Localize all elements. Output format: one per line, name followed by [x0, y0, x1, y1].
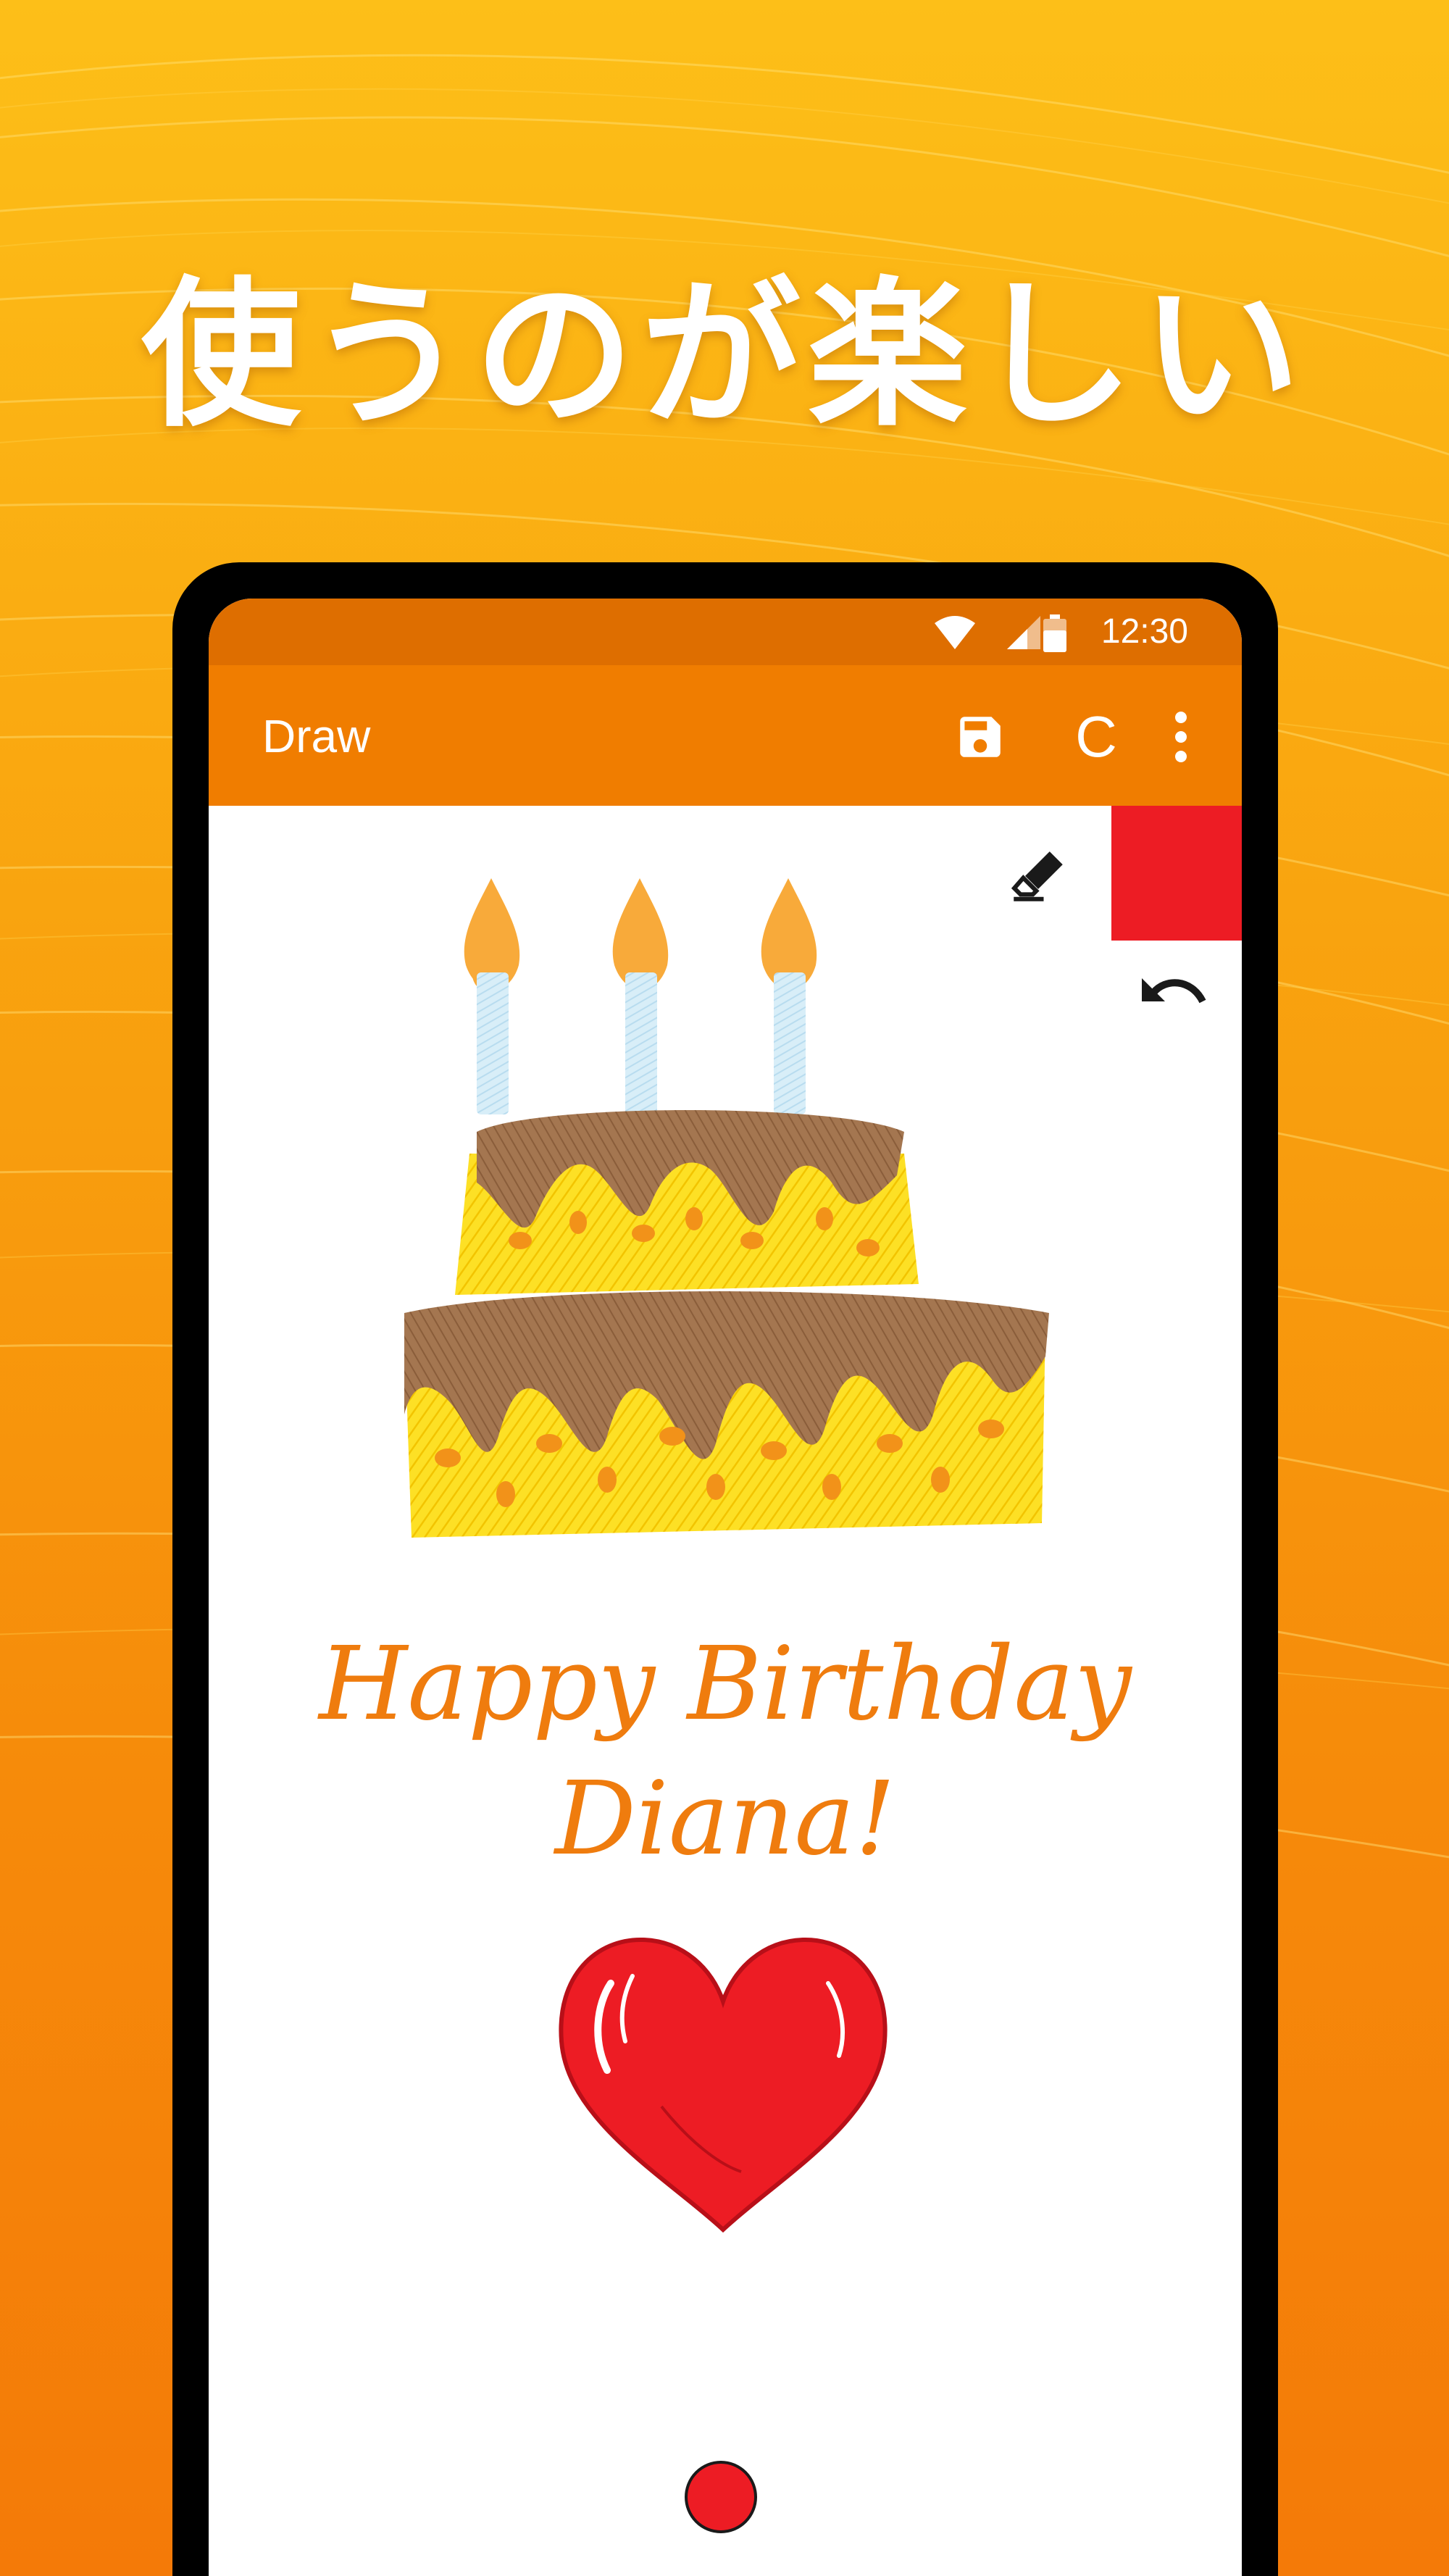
clear-label: C [1075, 704, 1117, 769]
greeting-line-1: Happy Birthday [319, 1625, 1132, 1743]
color-picker-swatch[interactable] [1111, 806, 1242, 941]
battery-icon [1043, 614, 1066, 652]
wifi-icon [935, 616, 975, 649]
greeting-line-2: Diana! [554, 1760, 896, 1878]
status-time: 12:30 [1101, 612, 1188, 651]
drawing-canvas[interactable]: Happy Birthday Diana! [209, 806, 1242, 2576]
headline: 使うのが楽しい [141, 262, 1308, 448]
status-bar: 12:30 [209, 599, 1242, 665]
save-button[interactable] [940, 697, 1020, 777]
brush-size-indicator[interactable] [685, 2461, 757, 2533]
signal-icon [1007, 616, 1040, 649]
more-options-button[interactable] [1152, 697, 1210, 777]
save-icon [960, 717, 1001, 757]
more-vert-icon [1175, 712, 1187, 762]
heart-drawing [559, 1937, 888, 2233]
app-toolbar: Draw C [209, 665, 1242, 806]
clear-button[interactable]: C [1056, 697, 1136, 777]
toolbar-title: Draw [262, 710, 371, 762]
birthday-cake-drawing [404, 878, 1049, 1538]
app-screen: 12:30 Draw C Happy Birthday Diana! [209, 599, 1242, 2576]
undo-icon[interactable] [1136, 967, 1208, 1025]
greeting-text: Happy Birthday Diana! [209, 1617, 1242, 1887]
promo-page: 使うのが楽しい 12:30 Draw C Happy Birthday Dian… [0, 0, 1449, 2576]
